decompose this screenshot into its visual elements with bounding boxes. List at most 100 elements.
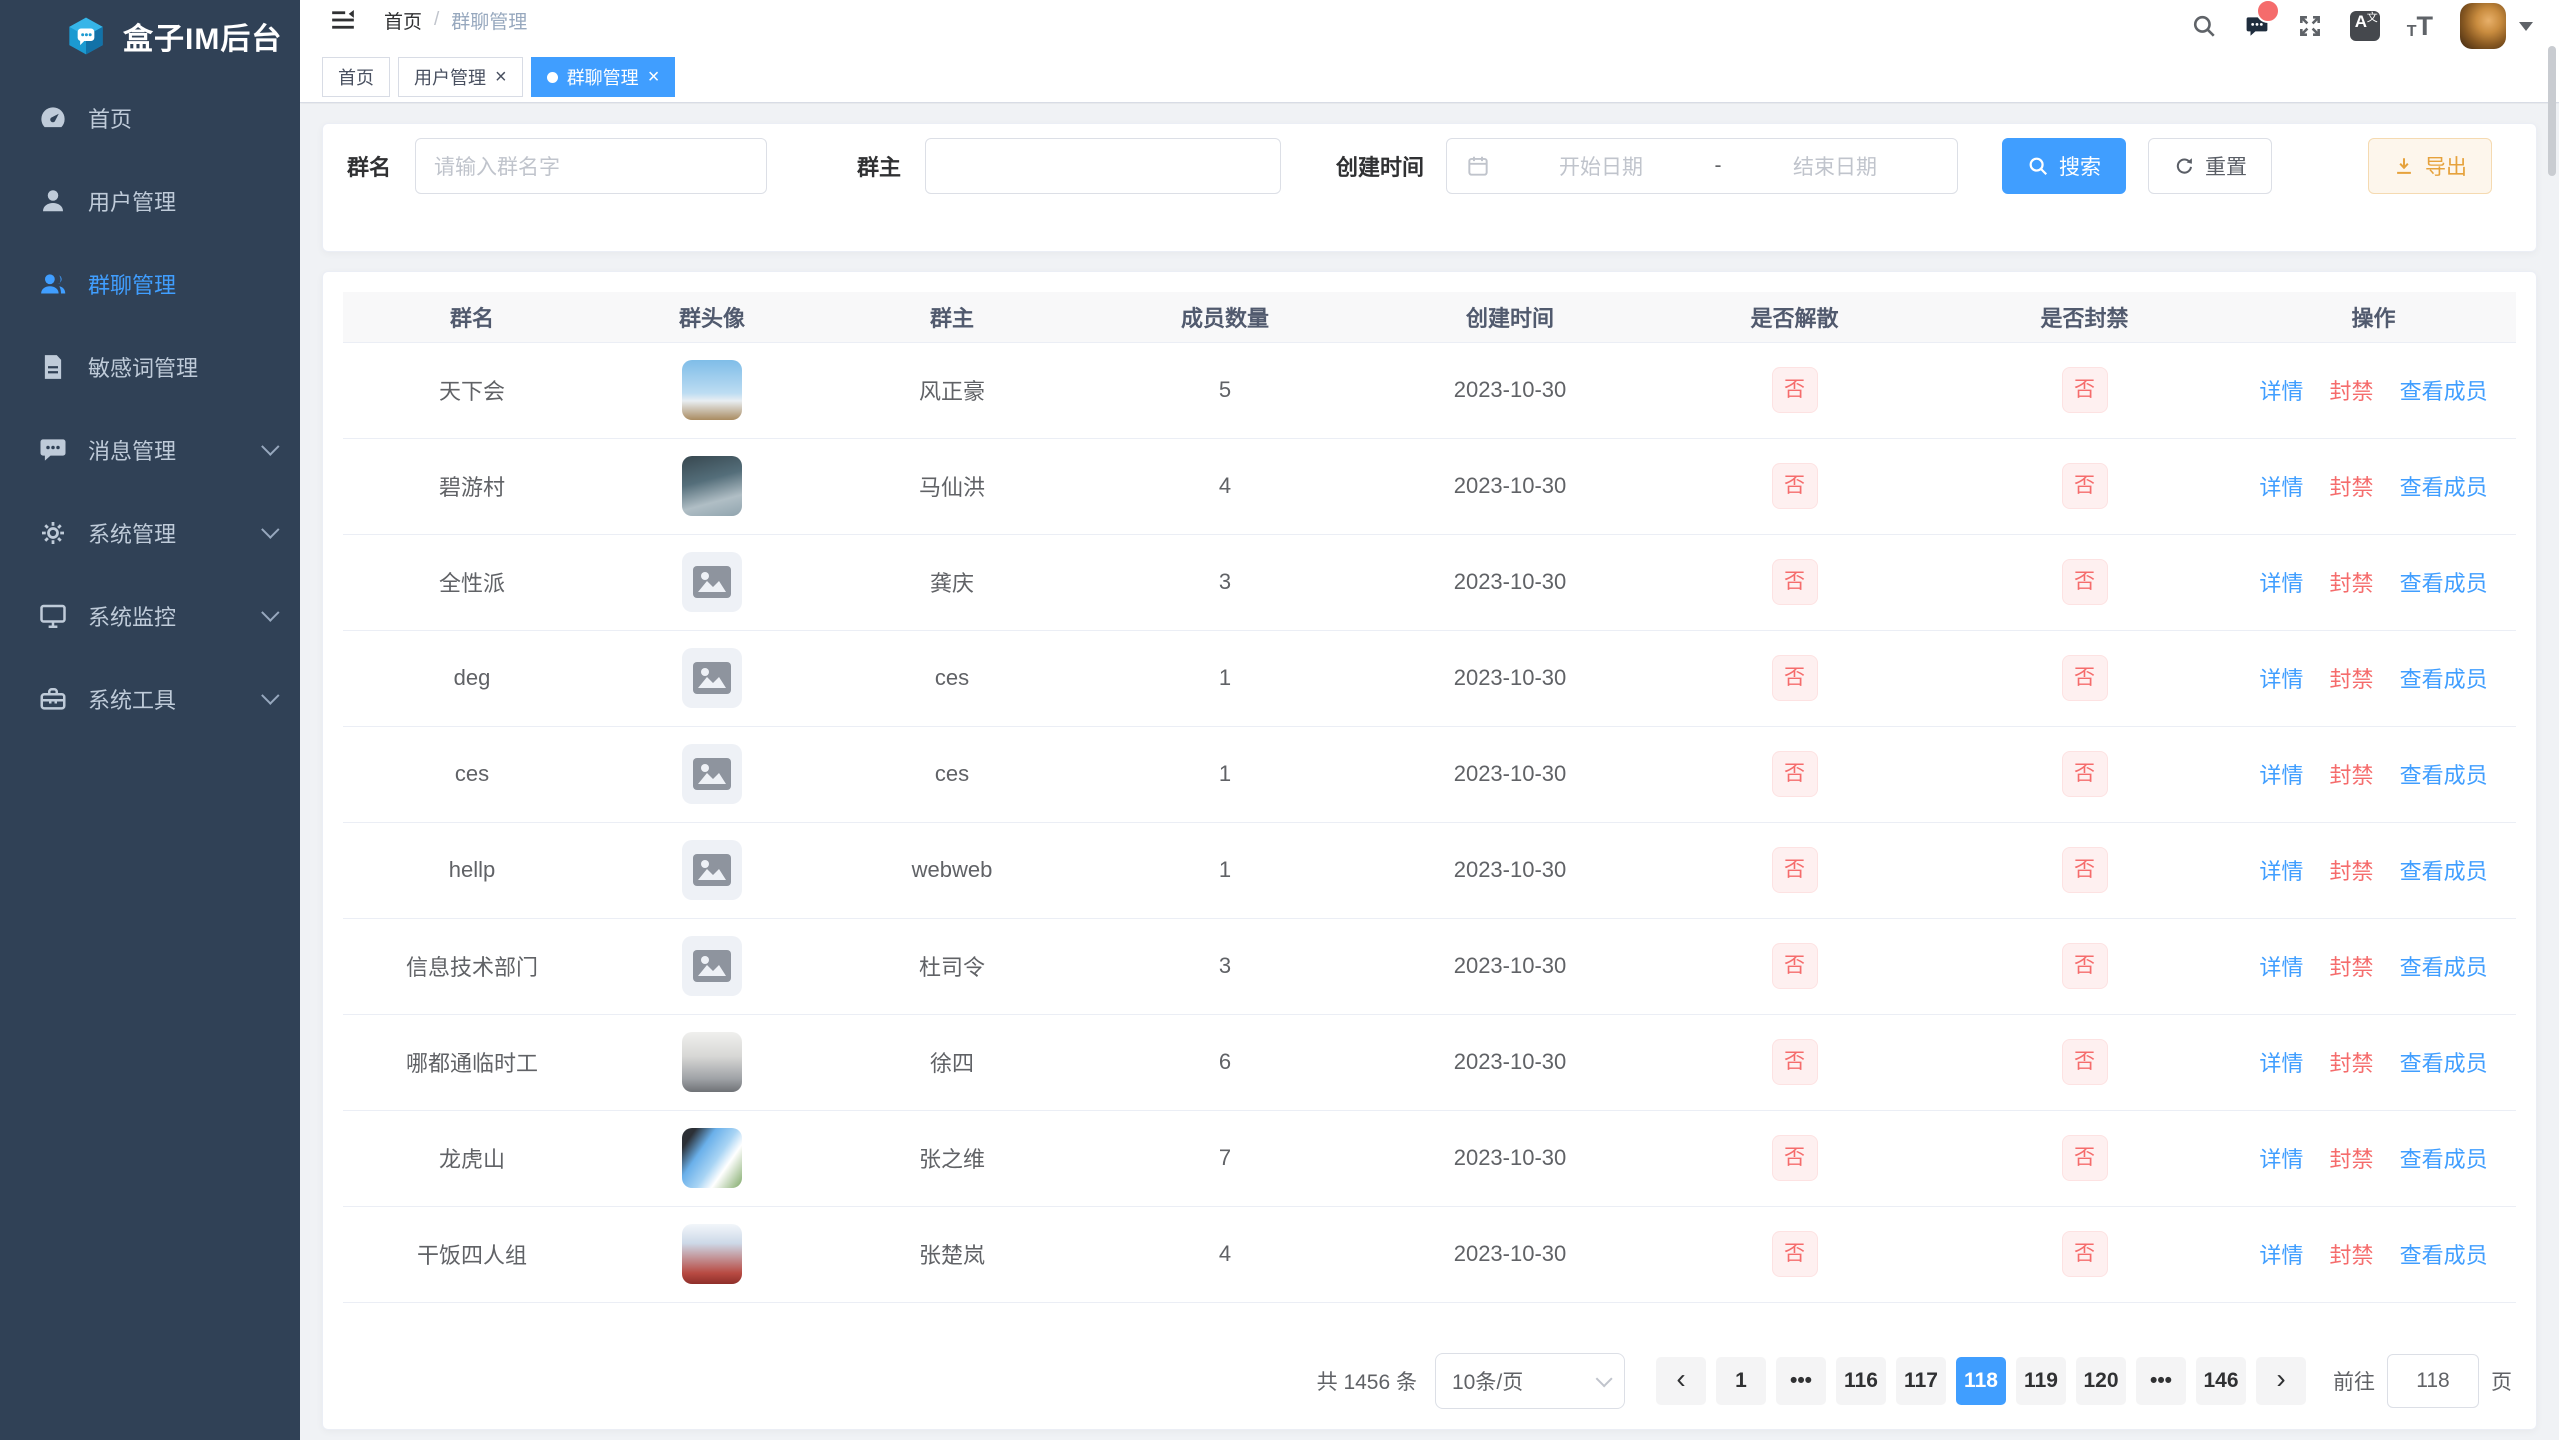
page-size-select[interactable]: 10条/页 — [1435, 1353, 1625, 1409]
group-name-cell: deg — [343, 630, 601, 726]
group-owner-input[interactable] — [925, 138, 1281, 194]
dissolved-badge: 否 — [1772, 751, 1818, 797]
page-button[interactable]: 116 — [1836, 1357, 1886, 1405]
detail-link[interactable]: 详情 — [2259, 667, 2303, 692]
avatar-caret-down-icon[interactable] — [2519, 22, 2533, 31]
sidebar-item-sensitive-words[interactable]: 敏感词管理 — [0, 325, 300, 408]
member-count-cell: 4 — [1081, 1206, 1369, 1302]
menu-fold-icon[interactable] — [330, 7, 356, 33]
user-avatar[interactable] — [2460, 3, 2506, 49]
tab-user-management[interactable]: 用户管理 × — [398, 57, 523, 97]
chevron-down-icon — [261, 520, 279, 538]
close-icon[interactable]: × — [495, 67, 507, 87]
close-icon[interactable]: × — [648, 67, 660, 87]
image-placeholder-icon — [693, 950, 731, 982]
view-members-link[interactable]: 查看成员 — [2400, 475, 2488, 500]
banned-badge: 否 — [2062, 1231, 2108, 1277]
detail-link[interactable]: 详情 — [2259, 859, 2303, 884]
view-members-link[interactable]: 查看成员 — [2400, 1051, 2488, 1076]
ban-link[interactable]: 封禁 — [2329, 859, 2373, 884]
start-date-input[interactable]: 开始日期 — [1497, 151, 1705, 181]
chevron-down-icon — [261, 437, 279, 455]
prev-page-button[interactable]: ‹ — [1656, 1357, 1706, 1405]
ban-link[interactable]: 封禁 — [2329, 379, 2373, 404]
view-members-link[interactable]: 查看成员 — [2400, 955, 2488, 980]
page-ellipsis[interactable]: ••• — [1776, 1357, 1826, 1405]
sidebar-item-messages[interactable]: 消息管理 — [0, 408, 300, 491]
detail-link[interactable]: 详情 — [2259, 1147, 2303, 1172]
sidebar-item-label: 群聊管理 — [88, 268, 176, 300]
group-owner-cell: webweb — [823, 822, 1081, 918]
page-button[interactable]: 119 — [2016, 1357, 2066, 1405]
dissolved-cell: 否 — [1651, 534, 1938, 630]
table-row: 天下会 风正豪 5 2023-10-30 否 否 详情 封禁 查看成员 — [343, 342, 2516, 438]
page-button[interactable]: 117 — [1896, 1357, 1946, 1405]
tab-group-management[interactable]: 群聊管理 × — [531, 57, 676, 97]
sidebar-item-home[interactable]: 首页 — [0, 76, 300, 159]
group-avatar — [682, 840, 742, 900]
group-avatar — [682, 936, 742, 996]
date-range-picker[interactable]: 开始日期 - 结束日期 — [1446, 138, 1958, 194]
detail-link[interactable]: 详情 — [2259, 379, 2303, 404]
search-button[interactable]: 搜索 — [2002, 138, 2126, 194]
tab-home[interactable]: 首页 — [322, 57, 390, 97]
view-members-link[interactable]: 查看成员 — [2400, 1147, 2488, 1172]
scrollbar-thumb[interactable] — [2548, 46, 2556, 176]
search-icon[interactable] — [2191, 13, 2217, 39]
navbar: 首页 / 群聊管理 A 文 TT — [300, 0, 2559, 52]
member-count-cell: 1 — [1081, 726, 1369, 822]
dissolved-badge: 否 — [1772, 463, 1818, 509]
ban-link[interactable]: 封禁 — [2329, 667, 2373, 692]
group-avatar — [682, 1128, 742, 1188]
ban-link[interactable]: 封禁 — [2329, 475, 2373, 500]
export-button[interactable]: 导出 — [2368, 138, 2492, 194]
ban-link[interactable]: 封禁 — [2329, 955, 2373, 980]
notification-badge — [2256, 0, 2280, 23]
ban-link[interactable]: 封禁 — [2329, 1147, 2373, 1172]
group-name-input[interactable]: 请输入群名字 — [415, 138, 767, 194]
notification-message-icon[interactable] — [2244, 13, 2270, 39]
page-ellipsis[interactable]: ••• — [2136, 1357, 2186, 1405]
detail-link[interactable]: 详情 — [2259, 1051, 2303, 1076]
sidebar-item-groups[interactable]: 群聊管理 — [0, 242, 300, 325]
fullscreen-icon[interactable] — [2297, 13, 2323, 39]
language-icon[interactable]: A 文 — [2350, 11, 2380, 41]
col-actions: 操作 — [2231, 292, 2516, 342]
reset-button[interactable]: 重置 — [2148, 138, 2272, 194]
page-button[interactable]: 1 — [1716, 1357, 1766, 1405]
page-button[interactable]: 118 — [1956, 1357, 2006, 1405]
sidebar-item-system-monitor[interactable]: 系统监控 — [0, 574, 300, 657]
breadcrumb-current: 群聊管理 — [451, 7, 527, 34]
view-members-link[interactable]: 查看成员 — [2400, 859, 2488, 884]
group-avatar — [682, 1224, 742, 1284]
view-members-link[interactable]: 查看成员 — [2400, 763, 2488, 788]
view-members-link[interactable]: 查看成员 — [2400, 379, 2488, 404]
app-logo[interactable]: 盒子IM后台 — [0, 0, 300, 58]
detail-link[interactable]: 详情 — [2259, 1243, 2303, 1268]
page-button[interactable]: 146 — [2196, 1357, 2246, 1405]
ban-link[interactable]: 封禁 — [2329, 1243, 2373, 1268]
goto-page-input[interactable]: 118 — [2387, 1354, 2479, 1408]
sidebar-item-system-management[interactable]: 系统管理 — [0, 491, 300, 574]
ban-link[interactable]: 封禁 — [2329, 1051, 2373, 1076]
dissolved-cell: 否 — [1651, 1206, 1938, 1302]
view-members-link[interactable]: 查看成员 — [2400, 667, 2488, 692]
sidebar-item-system-tools[interactable]: 系统工具 — [0, 657, 300, 740]
document-icon — [38, 352, 68, 382]
ban-link[interactable]: 封禁 — [2329, 571, 2373, 596]
ban-link[interactable]: 封禁 — [2329, 763, 2373, 788]
page-button[interactable]: 120 — [2076, 1357, 2126, 1405]
member-count-cell: 7 — [1081, 1110, 1369, 1206]
next-page-button[interactable]: › — [2256, 1357, 2306, 1405]
view-members-link[interactable]: 查看成员 — [2400, 1243, 2488, 1268]
end-date-input[interactable]: 结束日期 — [1731, 151, 1939, 181]
font-size-icon[interactable]: TT — [2407, 13, 2433, 40]
breadcrumb-home[interactable]: 首页 — [384, 7, 422, 34]
table-row: deg ces 1 2023-10-30 否 否 详情 封禁 查看成员 — [343, 630, 2516, 726]
view-members-link[interactable]: 查看成员 — [2400, 571, 2488, 596]
detail-link[interactable]: 详情 — [2259, 763, 2303, 788]
sidebar-item-users[interactable]: 用户管理 — [0, 159, 300, 242]
detail-link[interactable]: 详情 — [2259, 955, 2303, 980]
detail-link[interactable]: 详情 — [2259, 475, 2303, 500]
detail-link[interactable]: 详情 — [2259, 571, 2303, 596]
